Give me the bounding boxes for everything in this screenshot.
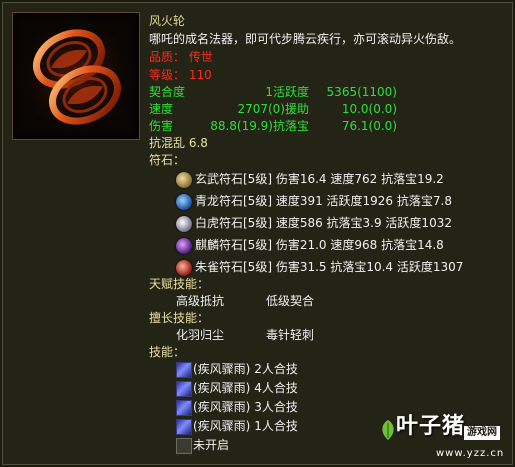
stat-row-3: 伤害 88.8(19.9)抗落宝 76.1(0.0) xyxy=(149,117,397,135)
rune-row: 麒麟符石[5级] 伤害21.0 速度968 抗落宝14.8 xyxy=(176,236,444,256)
site-watermark: 叶子猪 游戏网 www.yzz.cn xyxy=(378,415,508,459)
skill-name: (疾风骤雨) xyxy=(193,419,251,433)
stat-3-value: 76.1(0.0) xyxy=(341,119,397,133)
resist-label: 抗混乱 xyxy=(149,136,186,150)
expertise-header: 擅长技能： xyxy=(149,311,210,325)
stat-row-1: 契合度 1活跃度 5365(1100) xyxy=(149,83,397,101)
skill-row: (疾风骤雨) 2人合技 xyxy=(176,360,298,378)
stat-3-name: 伤害 xyxy=(149,119,174,133)
skill-rain-icon xyxy=(176,361,192,378)
level-row: 等级： 110 xyxy=(149,66,212,84)
rune-row: 玄武符石[5级] 伤害16.4 速度762 抗落宝19.2 xyxy=(176,170,444,190)
talent-header: 天赋技能： xyxy=(149,277,210,291)
skill-locked-text: 未开启 xyxy=(193,438,230,452)
quality-row: 品质： 传世 xyxy=(149,48,213,66)
baihu-rune-icon xyxy=(176,215,192,232)
rune-text: 玄武符石[5级] 伤害16.4 速度762 抗落宝19.2 xyxy=(195,172,444,186)
expertise-skill: 毒针轻刺 xyxy=(266,328,315,342)
skill-rain-icon xyxy=(176,418,192,435)
skill-desc: 4人合技 xyxy=(254,381,298,395)
resist-row: 抗混乱 6.8 xyxy=(149,134,208,152)
level-value: 110 xyxy=(188,68,212,82)
talent-skill: 高级抵抗 xyxy=(176,294,225,308)
skill-row: (疾风骤雨) 4人合技 xyxy=(176,379,298,397)
fire-wheel-icon xyxy=(13,13,139,139)
rune-row: 白虎符石[5级] 速度586 抗落宝3.9 活跃度1032 xyxy=(176,214,452,234)
stat-1-value: 5365(1100) xyxy=(326,85,397,99)
rune-text: 朱雀符石[5级] 伤害31.5 抗落宝10.4 活跃度1307 xyxy=(195,260,464,274)
expertise-skill: 化羽归尘 xyxy=(176,328,225,342)
locked-skill-icon xyxy=(176,437,192,454)
rune-row: 朱雀符石[5级] 伤害31.5 抗落宝10.4 活跃度1307 xyxy=(176,258,463,278)
talent-skills: 高级抵抗 低级契合 xyxy=(176,292,314,310)
skill-row: (疾风骤雨) 1人合技 xyxy=(176,417,298,435)
item-name: 风火轮 xyxy=(149,14,186,28)
stat-2-name: 速度 xyxy=(149,102,174,116)
skill-desc: 1人合技 xyxy=(254,419,298,433)
item-tooltip-panel: 风火轮 哪吒的成名法器，即可代步腾云疾行，亦可滚动异火伤敌。 品质： 传世 等级… xyxy=(2,2,513,465)
stat-3-mid: 88.8(19.9)抗落宝 xyxy=(210,119,309,133)
leaf-logo-icon xyxy=(382,420,394,440)
skill-desc: 2人合技 xyxy=(254,362,298,376)
skill-name: (疾风骤雨) xyxy=(193,362,251,376)
stat-2-value: 10.0(0.0) xyxy=(341,102,397,116)
skills-header: 技能： xyxy=(149,345,186,359)
item-portrait xyxy=(12,12,140,140)
zhuque-rune-icon xyxy=(176,259,192,276)
stat-row-2: 速度 2707(0)援助 10.0(0.0) xyxy=(149,100,397,118)
runes-header: 符石： xyxy=(149,153,186,167)
rune-row: 青龙符石[5级] 速度391 活跃度1926 抗落宝7.8 xyxy=(176,192,452,212)
skill-name: (疾风骤雨) xyxy=(193,381,251,395)
skill-name: (疾风骤雨) xyxy=(193,400,251,414)
item-description: 哪吒的成名法器，即可代步腾云疾行，亦可滚动异火伤敌。 xyxy=(149,32,462,46)
quality-value: 传世 xyxy=(188,50,213,64)
skill-row-locked: 未开启 xyxy=(176,436,229,454)
watermark-brand: 叶子猪 xyxy=(396,414,466,439)
skill-rain-icon xyxy=(176,380,192,397)
expertise-skills: 化羽归尘 毒针轻刺 xyxy=(176,326,314,344)
skill-row: (疾风骤雨) 3人合技 xyxy=(176,398,298,416)
stat-2-mid: 2707(0)援助 xyxy=(237,102,309,116)
watermark-tag: 游戏网 xyxy=(464,426,500,440)
xuanwu-rune-icon xyxy=(176,171,192,188)
qilin-rune-icon xyxy=(176,237,192,254)
resist-value: 6.8 xyxy=(188,136,208,150)
rune-text: 麒麟符石[5级] 伤害21.0 速度968 抗落宝14.8 xyxy=(195,238,444,252)
skill-desc: 3人合技 xyxy=(254,400,298,414)
rune-text: 白虎符石[5级] 速度586 抗落宝3.9 活跃度1032 xyxy=(195,216,452,230)
talent-skill: 低级契合 xyxy=(266,294,315,308)
quality-label: 品质： xyxy=(149,50,186,64)
rune-text: 青龙符石[5级] 速度391 活跃度1926 抗落宝7.8 xyxy=(195,194,452,208)
watermark-url: www.yzz.cn xyxy=(436,448,505,459)
skill-rain-icon xyxy=(176,399,192,416)
stat-1-name: 契合度 xyxy=(149,85,186,99)
qinglong-rune-icon xyxy=(176,193,192,210)
stat-1-mid: 1活跃度 xyxy=(265,85,309,99)
level-label: 等级： xyxy=(149,68,186,82)
